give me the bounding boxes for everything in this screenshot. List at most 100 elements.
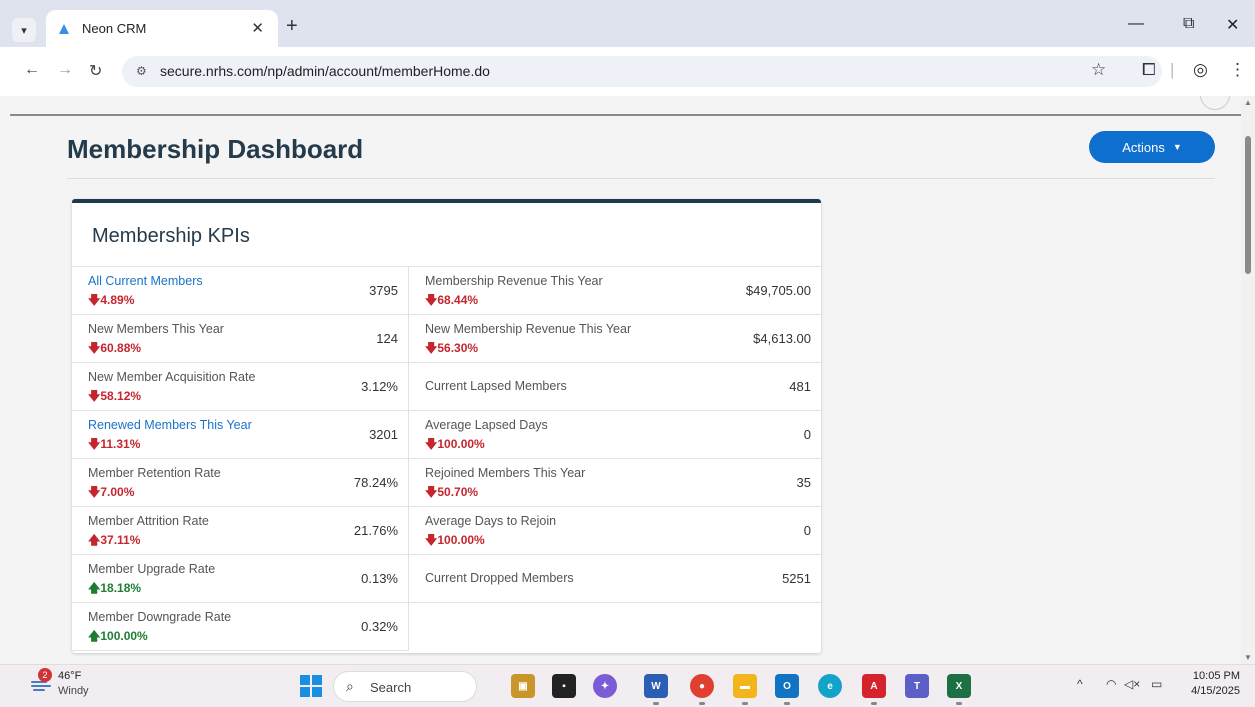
kpi-row-new-member-acquisition-rate: New Member Acquisition Rate 🡇58.12% 3.12%: [72, 363, 408, 411]
excel-icon[interactable]: X: [947, 674, 971, 698]
kpi-label: Member Retention Rate: [88, 466, 221, 480]
copilot-icon[interactable]: ✦: [593, 674, 617, 698]
kpi-label[interactable]: All Current Members: [88, 274, 203, 288]
teams-icon[interactable]: T: [905, 674, 929, 698]
kpi-change-value: 50.70%: [437, 485, 479, 499]
restore-icon[interactable]: ⧉: [1183, 15, 1194, 33]
start-logo-q3: [300, 687, 310, 697]
kpi-change: 🡇11.31%: [88, 435, 140, 456]
kpi-value: 3795: [369, 283, 398, 298]
kpi-change: 🡇56.30%: [425, 339, 478, 360]
kpi-change: 🡇60.88%: [88, 339, 141, 360]
weather-desc[interactable]: Windy: [58, 685, 89, 697]
arrow-down-icon: 🡇: [88, 341, 101, 355]
kpi-value: 481: [789, 379, 811, 394]
more-menu-icon[interactable]: ⋮: [1229, 60, 1246, 80]
arrow-down-icon: 🡇: [88, 389, 101, 403]
browser-tab-bar: ▾ Neon CRM ✕ + — ⧉ ✕: [0, 0, 1255, 47]
arrow-up-icon: 🡅: [88, 629, 101, 643]
word-running-indicator: [653, 702, 659, 705]
wifi-icon[interactable]: ◠: [1106, 677, 1116, 691]
scroll-down-icon[interactable]: ▼: [1244, 653, 1252, 662]
new-tab-button[interactable]: +: [286, 16, 298, 36]
tab-search-chevron-icon[interactable]: ▾: [12, 18, 36, 42]
kpi-row-member-retention-rate: Member Retention Rate 🡇7.00% 78.24%: [72, 459, 408, 507]
kpi-row-current-lapsed-members: Current Lapsed Members 481: [409, 363, 821, 411]
kpi-label: New Membership Revenue This Year: [425, 322, 632, 336]
work-briefcase-icon[interactable]: ▣: [511, 674, 535, 698]
kpi-row-current-dropped-members: Current Dropped Members 5251: [409, 555, 821, 603]
kpi-row-new-members-this-year: New Members This Year 🡇60.88% 124: [72, 315, 408, 363]
edge-icon[interactable]: e: [818, 674, 842, 698]
kpi-row-membership-revenue-this-year: Membership Revenue This Year 🡇68.44% $49,7…: [409, 267, 821, 315]
arrow-down-icon: 🡇: [425, 293, 438, 307]
kpi-value: 3.12%: [361, 379, 398, 394]
taskbar-search[interactable]: ⌕ Search: [333, 671, 477, 702]
minimize-icon[interactable]: —: [1128, 15, 1144, 33]
arrow-down-icon: 🡇: [88, 437, 101, 451]
kpi-grid: All Current Members 🡇4.89% 3795 New Members…: [72, 266, 821, 651]
page-scrollbar[interactable]: ▲ ▼: [1241, 96, 1255, 664]
kpi-label: Average Lapsed Days: [425, 418, 548, 432]
kpi-change-value: 56.30%: [437, 341, 479, 355]
site-info-icon[interactable]: ⚙: [136, 64, 147, 78]
acrobat-icon[interactable]: A: [862, 674, 886, 698]
extensions-icon[interactable]: ⧠: [1142, 60, 1156, 80]
kpi-row-average-lapsed-days: Average Lapsed Days 🡇100.00% 0: [409, 411, 821, 459]
kpi-change-value: 68.44%: [437, 293, 479, 307]
show-hidden-icons-icon[interactable]: ^: [1077, 677, 1083, 691]
kpi-change: 🡇100.00%: [425, 435, 485, 456]
scrollbar-thumb[interactable]: [1245, 136, 1251, 274]
clock-time[interactable]: 10:05 PM: [1190, 670, 1240, 682]
kpi-change: 🡅100.00%: [88, 627, 148, 648]
kpi-change: 🡇4.89%: [88, 291, 134, 312]
search-label: Search: [370, 680, 412, 695]
close-tab-icon[interactable]: ✕: [251, 19, 264, 37]
bookmark-star-icon[interactable]: ☆: [1091, 60, 1106, 80]
kpi-change-value: 18.18%: [100, 581, 142, 595]
kpi-change-value: 4.89%: [100, 293, 135, 307]
windows-taskbar: 2 46°F Windy ⌕ Search ▣ ▪ ✦ W ● ▬ O e A …: [0, 664, 1255, 707]
arrow-down-icon: 🡇: [88, 293, 101, 307]
scroll-up-icon[interactable]: ▲: [1244, 98, 1252, 107]
caret-down-icon: ▼: [1172, 142, 1182, 152]
kpi-label: Membership Revenue This Year: [425, 274, 603, 288]
kpi-change-value: 37.11%: [100, 533, 141, 547]
start-logo-q2: [312, 675, 322, 685]
clock-date[interactable]: 4/15/2025: [1187, 685, 1240, 697]
kpi-label: Current Dropped Members: [425, 571, 574, 585]
profile-icon[interactable]: ◎: [1193, 60, 1208, 80]
start-button[interactable]: [300, 675, 322, 697]
browser-toolbar: ← → ↻ ⚙ secure.nrhs.com/np/admin/account…: [0, 47, 1255, 96]
word-icon[interactable]: W: [644, 674, 668, 698]
arrow-down-icon: 🡇: [425, 437, 438, 451]
url-text[interactable]: secure.nrhs.com/np/admin/account/memberH…: [160, 63, 490, 79]
reload-icon[interactable]: ↻: [89, 61, 102, 81]
kpi-value: 3201: [369, 427, 398, 442]
kpi-label: Current Lapsed Members: [425, 379, 567, 393]
close-window-icon[interactable]: ✕: [1226, 15, 1239, 35]
outlook-icon[interactable]: O: [775, 674, 799, 698]
actions-label: Actions: [1122, 139, 1165, 155]
back-icon[interactable]: ←: [24, 61, 40, 79]
kpi-change: 🡇7.00%: [88, 483, 134, 504]
kpi-change: 🡅18.18%: [88, 579, 141, 600]
forward-icon[interactable]: →: [57, 61, 73, 79]
kpi-change: 🡇58.12%: [88, 387, 141, 408]
address-bar[interactable]: ⚙ secure.nrhs.com/np/admin/account/membe…: [122, 56, 1162, 87]
start-logo-q4: [312, 687, 322, 697]
battery-icon[interactable]: ▭: [1151, 677, 1162, 691]
help-circle-icon[interactable]: [1200, 96, 1230, 110]
actions-button[interactable]: Actions ▼: [1089, 131, 1215, 163]
kpi-row-rejoined-members-this-year: Rejoined Members This Year 🡇50.70% 35: [409, 459, 821, 507]
page-content: Membership Dashboard Actions ▼ Membershi…: [0, 96, 1241, 664]
browser-tab[interactable]: Neon CRM ✕: [46, 10, 278, 47]
chrome-icon[interactable]: ●: [690, 674, 714, 698]
volume-muted-icon[interactable]: ◁×: [1124, 677, 1140, 691]
task-view-icon[interactable]: ▪: [552, 674, 576, 698]
kpi-value: 21.76%: [353, 523, 398, 538]
neon-favicon-icon: [59, 24, 69, 34]
kpi-label[interactable]: Renewed Members This Year: [88, 418, 252, 432]
weather-temp[interactable]: 46°F: [58, 670, 81, 682]
file-explorer-icon[interactable]: ▬: [733, 674, 757, 698]
